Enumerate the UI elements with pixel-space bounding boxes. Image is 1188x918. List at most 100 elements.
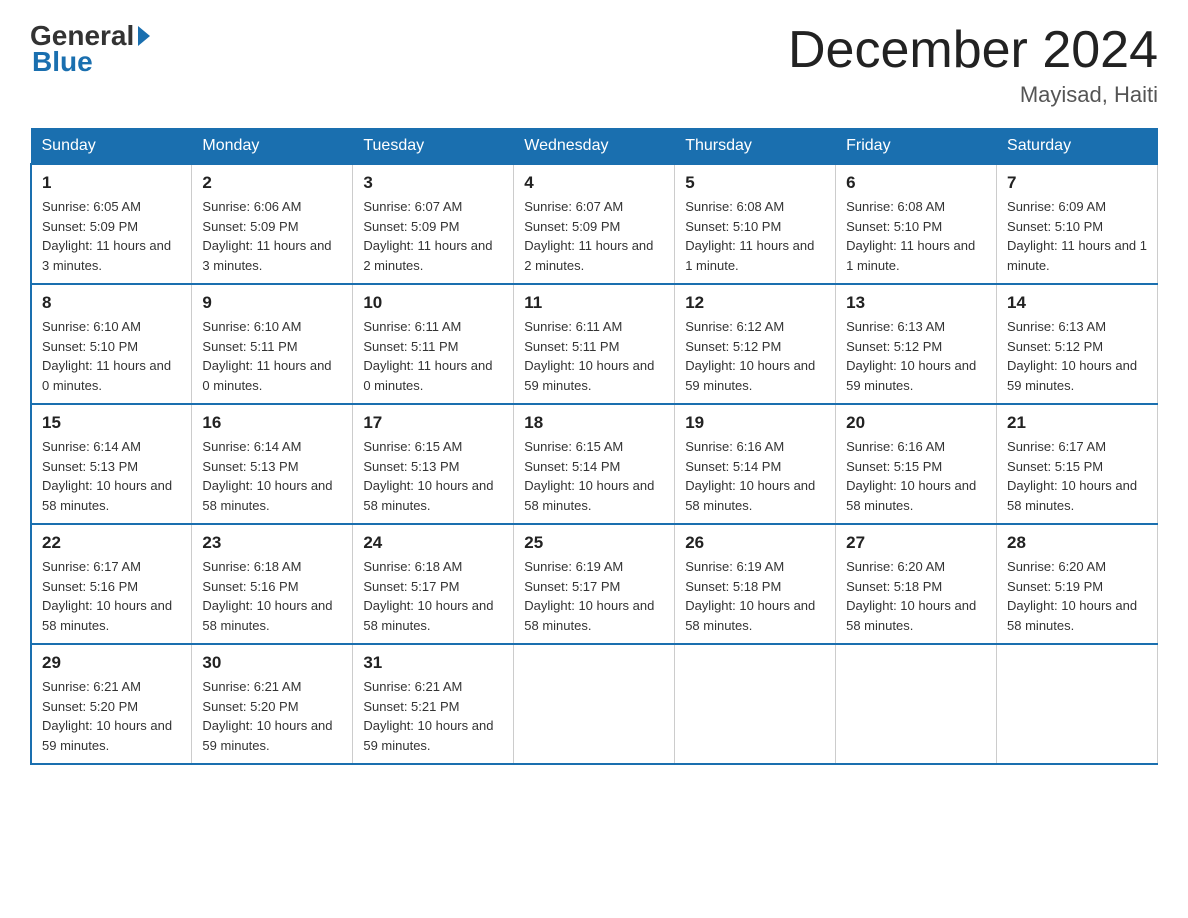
day-info: Sunrise: 6:18 AMSunset: 5:16 PMDaylight:… xyxy=(202,557,342,635)
day-number: 25 xyxy=(524,533,664,553)
day-number: 30 xyxy=(202,653,342,673)
day-info: Sunrise: 6:20 AMSunset: 5:18 PMDaylight:… xyxy=(846,557,986,635)
calendar-cell: 12Sunrise: 6:12 AMSunset: 5:12 PMDayligh… xyxy=(675,284,836,404)
day-info: Sunrise: 6:13 AMSunset: 5:12 PMDaylight:… xyxy=(1007,317,1147,395)
day-info: Sunrise: 6:07 AMSunset: 5:09 PMDaylight:… xyxy=(363,197,503,275)
day-info: Sunrise: 6:21 AMSunset: 5:20 PMDaylight:… xyxy=(202,677,342,755)
calendar-cell: 28Sunrise: 6:20 AMSunset: 5:19 PMDayligh… xyxy=(997,524,1158,644)
calendar-cell: 18 Sunrise: 6:15 AMSunset: 5:14 PMDayligh… xyxy=(514,404,675,524)
day-info: Sunrise: 6:14 AMSunset: 5:13 PMDaylight:… xyxy=(42,437,181,515)
day-number: 4 xyxy=(524,173,664,193)
day-info: Sunrise: 6:19 AMSunset: 5:17 PMDaylight:… xyxy=(524,557,664,635)
day-info: Sunrise: 6:16 AMSunset: 5:14 PMDaylight:… xyxy=(685,437,825,515)
day-number: 17 xyxy=(363,413,503,433)
calendar-cell xyxy=(675,644,836,764)
day-number: 7 xyxy=(1007,173,1147,193)
day-number: 24 xyxy=(363,533,503,553)
calendar-cell xyxy=(514,644,675,764)
day-number: 10 xyxy=(363,293,503,313)
calendar-cell: 11 Sunrise: 6:11 AMSunset: 5:11 PMDayligh… xyxy=(514,284,675,404)
calendar-cell: 3 Sunrise: 6:07 AMSunset: 5:09 PMDaylight… xyxy=(353,164,514,284)
day-number: 27 xyxy=(846,533,986,553)
calendar-cell: 30 Sunrise: 6:21 AMSunset: 5:20 PMDayligh… xyxy=(192,644,353,764)
day-info: Sunrise: 6:11 AMSunset: 5:11 PMDaylight:… xyxy=(524,317,664,395)
day-number: 22 xyxy=(42,533,181,553)
calendar-cell: 29 Sunrise: 6:21 AMSunset: 5:20 PMDayligh… xyxy=(31,644,192,764)
week-row-5: 29 Sunrise: 6:21 AMSunset: 5:20 PMDayligh… xyxy=(31,644,1158,764)
day-info: Sunrise: 6:08 AMSunset: 5:10 PMDaylight:… xyxy=(685,197,825,275)
day-info: Sunrise: 6:09 AMSunset: 5:10 PMDaylight:… xyxy=(1007,197,1147,275)
header-day-thursday: Thursday xyxy=(675,129,836,165)
calendar-cell: 19Sunrise: 6:16 AMSunset: 5:14 PMDayligh… xyxy=(675,404,836,524)
calendar-cell: 31 Sunrise: 6:21 AMSunset: 5:21 PMDayligh… xyxy=(353,644,514,764)
calendar-cell: 2 Sunrise: 6:06 AMSunset: 5:09 PMDaylight… xyxy=(192,164,353,284)
week-row-1: 1 Sunrise: 6:05 AMSunset: 5:09 PMDaylight… xyxy=(31,164,1158,284)
day-info: Sunrise: 6:20 AMSunset: 5:19 PMDaylight:… xyxy=(1007,557,1147,635)
calendar-header: SundayMondayTuesdayWednesdayThursdayFrid… xyxy=(31,129,1158,165)
day-info: Sunrise: 6:06 AMSunset: 5:09 PMDaylight:… xyxy=(202,197,342,275)
logo-arrow-icon xyxy=(138,26,150,46)
calendar-cell: 25 Sunrise: 6:19 AMSunset: 5:17 PMDayligh… xyxy=(514,524,675,644)
day-number: 20 xyxy=(846,413,986,433)
header-day-tuesday: Tuesday xyxy=(353,129,514,165)
day-number: 21 xyxy=(1007,413,1147,433)
day-number: 29 xyxy=(42,653,181,673)
calendar-body: 1 Sunrise: 6:05 AMSunset: 5:09 PMDaylight… xyxy=(31,164,1158,764)
day-number: 18 xyxy=(524,413,664,433)
day-number: 31 xyxy=(363,653,503,673)
calendar-cell: 23 Sunrise: 6:18 AMSunset: 5:16 PMDayligh… xyxy=(192,524,353,644)
calendar-table: SundayMondayTuesdayWednesdayThursdayFrid… xyxy=(30,128,1158,765)
header-day-wednesday: Wednesday xyxy=(514,129,675,165)
day-info: Sunrise: 6:14 AMSunset: 5:13 PMDaylight:… xyxy=(202,437,342,515)
day-info: Sunrise: 6:07 AMSunset: 5:09 PMDaylight:… xyxy=(524,197,664,275)
day-info: Sunrise: 6:21 AMSunset: 5:20 PMDaylight:… xyxy=(42,677,181,755)
location-label: Mayisad, Haiti xyxy=(788,82,1158,108)
title-section: December 2024 Mayisad, Haiti xyxy=(788,20,1158,108)
day-number: 5 xyxy=(685,173,825,193)
day-number: 14 xyxy=(1007,293,1147,313)
calendar-cell: 22 Sunrise: 6:17 AMSunset: 5:16 PMDayligh… xyxy=(31,524,192,644)
day-info: Sunrise: 6:15 AMSunset: 5:14 PMDaylight:… xyxy=(524,437,664,515)
day-info: Sunrise: 6:18 AMSunset: 5:17 PMDaylight:… xyxy=(363,557,503,635)
day-info: Sunrise: 6:13 AMSunset: 5:12 PMDaylight:… xyxy=(846,317,986,395)
calendar-cell: 9 Sunrise: 6:10 AMSunset: 5:11 PMDaylight… xyxy=(192,284,353,404)
header-day-friday: Friday xyxy=(836,129,997,165)
week-row-3: 15 Sunrise: 6:14 AMSunset: 5:13 PMDayligh… xyxy=(31,404,1158,524)
calendar-cell: 21 Sunrise: 6:17 AMSunset: 5:15 PMDayligh… xyxy=(997,404,1158,524)
calendar-cell: 8Sunrise: 6:10 AMSunset: 5:10 PMDaylight… xyxy=(31,284,192,404)
calendar-cell: 5 Sunrise: 6:08 AMSunset: 5:10 PMDaylight… xyxy=(675,164,836,284)
day-info: Sunrise: 6:05 AMSunset: 5:09 PMDaylight:… xyxy=(42,197,181,275)
logo: General Blue xyxy=(30,20,152,78)
header-day-saturday: Saturday xyxy=(997,129,1158,165)
day-info: Sunrise: 6:19 AMSunset: 5:18 PMDaylight:… xyxy=(685,557,825,635)
day-number: 3 xyxy=(363,173,503,193)
page-header: General Blue December 2024 Mayisad, Hait… xyxy=(30,20,1158,108)
header-row: SundayMondayTuesdayWednesdayThursdayFrid… xyxy=(31,129,1158,165)
day-info: Sunrise: 6:10 AMSunset: 5:11 PMDaylight:… xyxy=(202,317,342,395)
day-number: 8 xyxy=(42,293,181,313)
calendar-cell: 24 Sunrise: 6:18 AMSunset: 5:17 PMDayligh… xyxy=(353,524,514,644)
calendar-cell: 6 Sunrise: 6:08 AMSunset: 5:10 PMDaylight… xyxy=(836,164,997,284)
day-number: 23 xyxy=(202,533,342,553)
day-number: 2 xyxy=(202,173,342,193)
calendar-cell: 15 Sunrise: 6:14 AMSunset: 5:13 PMDayligh… xyxy=(31,404,192,524)
day-number: 1 xyxy=(42,173,181,193)
day-info: Sunrise: 6:21 AMSunset: 5:21 PMDaylight:… xyxy=(363,677,503,755)
day-number: 15 xyxy=(42,413,181,433)
day-number: 9 xyxy=(202,293,342,313)
day-number: 11 xyxy=(524,293,664,313)
day-info: Sunrise: 6:17 AMSunset: 5:16 PMDaylight:… xyxy=(42,557,181,635)
calendar-cell: 7 Sunrise: 6:09 AMSunset: 5:10 PMDaylight… xyxy=(997,164,1158,284)
day-info: Sunrise: 6:11 AMSunset: 5:11 PMDaylight:… xyxy=(363,317,503,395)
calendar-cell: 20Sunrise: 6:16 AMSunset: 5:15 PMDayligh… xyxy=(836,404,997,524)
calendar-cell: 10 Sunrise: 6:11 AMSunset: 5:11 PMDayligh… xyxy=(353,284,514,404)
week-row-4: 22 Sunrise: 6:17 AMSunset: 5:16 PMDayligh… xyxy=(31,524,1158,644)
logo-blue-text: Blue xyxy=(32,46,93,78)
week-row-2: 8Sunrise: 6:10 AMSunset: 5:10 PMDaylight… xyxy=(31,284,1158,404)
day-info: Sunrise: 6:15 AMSunset: 5:13 PMDaylight:… xyxy=(363,437,503,515)
day-info: Sunrise: 6:17 AMSunset: 5:15 PMDaylight:… xyxy=(1007,437,1147,515)
day-number: 6 xyxy=(846,173,986,193)
day-number: 16 xyxy=(202,413,342,433)
calendar-cell xyxy=(836,644,997,764)
day-info: Sunrise: 6:08 AMSunset: 5:10 PMDaylight:… xyxy=(846,197,986,275)
